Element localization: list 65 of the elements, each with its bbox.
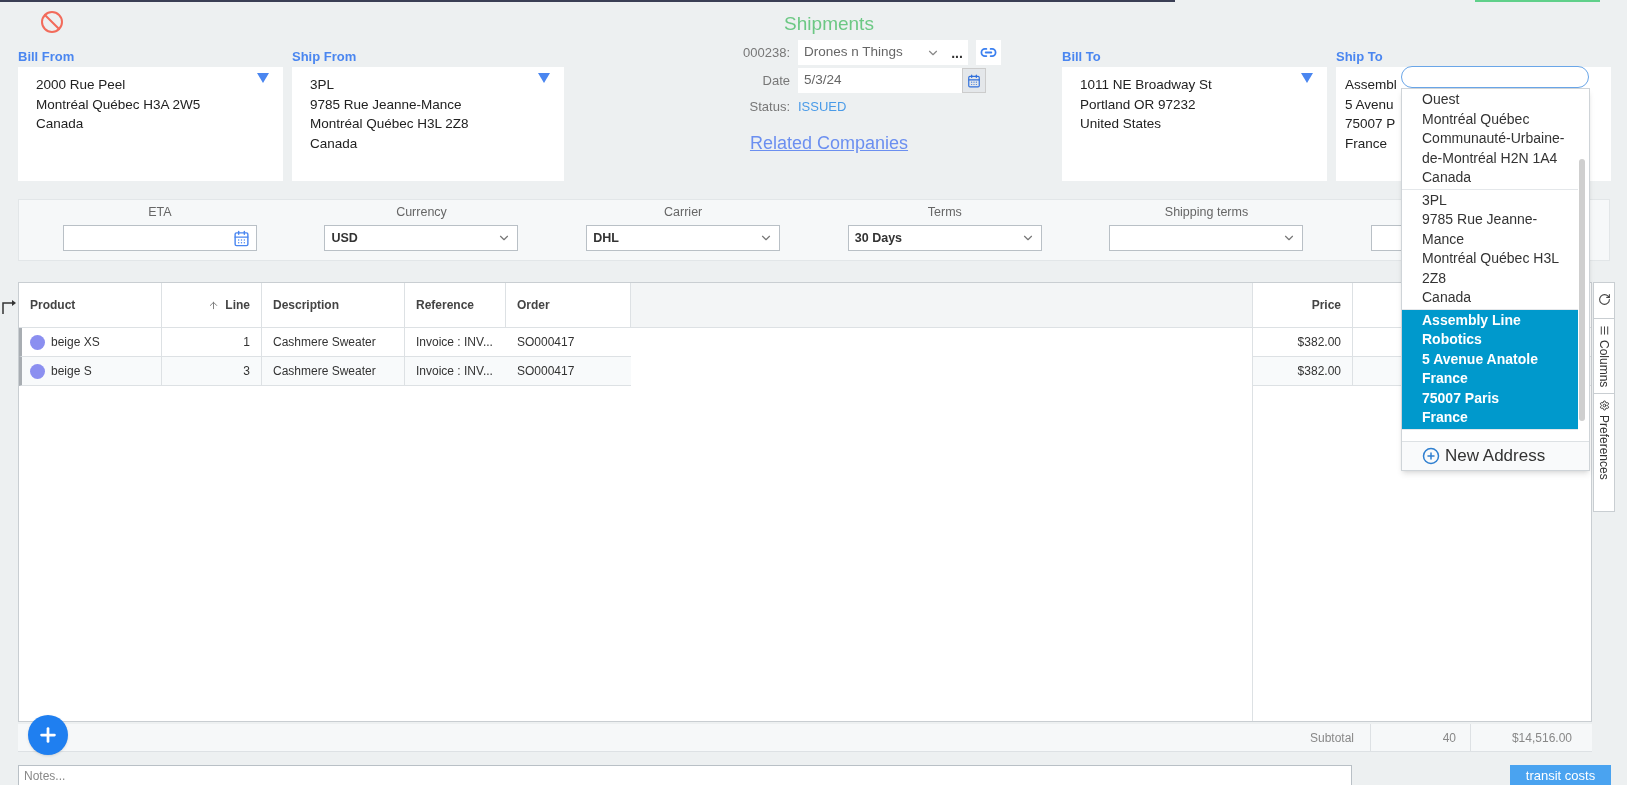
more-button[interactable]: ... [946, 40, 968, 65]
select-field[interactable]: 30 Days [847, 225, 1042, 251]
field-label: Carrier [664, 205, 703, 219]
table-cell: beige S [22, 357, 162, 385]
table-cell: $382.00 [1253, 328, 1353, 356]
field-label: 000238: [742, 43, 791, 62]
address-card[interactable]: 1011 NE Broadway St Portland OR 97232 United States [1062, 67, 1327, 181]
new-address-button[interactable]: New Address [1402, 441, 1589, 470]
address-card[interactable]: 2000 Rue Peel Montréal Québec H3A 2W5 Canada [18, 67, 283, 181]
address-line: Portland OR 97232 [1080, 95, 1196, 114]
field-label: Terms [927, 205, 962, 219]
status-value: ISSUED [798, 98, 847, 117]
table-cell: $382.00 [1253, 357, 1353, 385]
address-line: United States [1080, 115, 1162, 133]
select-field[interactable]: DHL [586, 225, 781, 251]
table-cell-text: SO000417 [516, 363, 576, 380]
notes-field[interactable]: Notes... [18, 765, 1352, 785]
field-label: Shipping terms [1164, 205, 1249, 219]
column-header[interactable]: Line [162, 283, 262, 327]
address-line: 75007 P [1345, 115, 1396, 133]
field-label: Currency [396, 205, 447, 219]
select-field[interactable]: USD [324, 225, 519, 251]
address-option[interactable]: Ouest Montréal Québec Communauté-Urbaine-de-Montréal H2N 1A4 Canada [1402, 89, 1578, 190]
side-tab[interactable]: Columns [1594, 318, 1614, 394]
table-cell: beige XS [22, 328, 162, 356]
table-cell-text: Invoice : INV... [415, 334, 494, 351]
page-title: Shipments [784, 12, 874, 36]
field-label: ETA [148, 205, 172, 219]
address-label: Bill To [1062, 48, 1102, 66]
address-line: Canada [36, 115, 84, 133]
date-field[interactable]: 5/3/24 [798, 68, 962, 93]
address-option[interactable]: 3PL 9785 Rue Jeanne-Mance Montréal Québec H3L 2Z8 Canada [1402, 189, 1578, 310]
address-line: 3PL [310, 76, 335, 94]
table-cell: Cashmere Sweater [262, 328, 405, 356]
address-line: France [1345, 134, 1388, 153]
table-row[interactable]: beige XS 1 Cashmere Sweater Invoice : INV... SO000417 [19, 328, 631, 357]
side-tab[interactable]: Preferences [1594, 393, 1614, 487]
subtotal-label: Subtotal [1309, 729, 1354, 747]
table-cell-text: Invoice : INV... [415, 363, 494, 380]
address-line: 1011 NE Broadway St [1080, 76, 1212, 94]
address-line: Canada [310, 134, 358, 153]
table-cell: 1 [162, 328, 262, 356]
column-header[interactable]: Product [19, 283, 162, 327]
address-label: Ship To [1336, 48, 1384, 66]
subtotal-quantity: 40 [1370, 724, 1470, 751]
table-cell-text: SO000417 [516, 334, 576, 351]
field-label: Status: [748, 98, 791, 117]
company-select[interactable]: Drones n Things [798, 40, 946, 65]
subtotal-amount: $14,516.00 [1470, 724, 1590, 751]
address-line: Montréal Québec H3A 2W5 [36, 95, 201, 114]
address-line: Assembl [1345, 76, 1397, 94]
column-header[interactable]: Description [262, 283, 405, 327]
address-line: 2000 Rue Peel [36, 76, 126, 94]
address-line: Montréal Québec H3L 2Z8 [310, 115, 469, 133]
address-line: 5 Avenu [1345, 95, 1394, 114]
address-card[interactable]: 3PL 9785 Rue Jeanne-Mance Montréal Québec H3L 2Z8 Canada [292, 67, 564, 181]
table-cell: Cashmere Sweater [262, 357, 405, 385]
address-label: Bill From [18, 48, 76, 66]
address-label: Ship From [292, 48, 358, 66]
address-line: 9785 Rue Jeanne-Mance [310, 95, 462, 114]
column-header[interactable]: Price [1253, 283, 1353, 327]
table-cell: 3 [162, 357, 262, 385]
field-label: Date [761, 71, 791, 90]
column-header[interactable]: Reference [405, 283, 506, 327]
table-row[interactable]: beige S 3 Cashmere Sweater Invoice : INV... SO000417 [19, 357, 631, 386]
